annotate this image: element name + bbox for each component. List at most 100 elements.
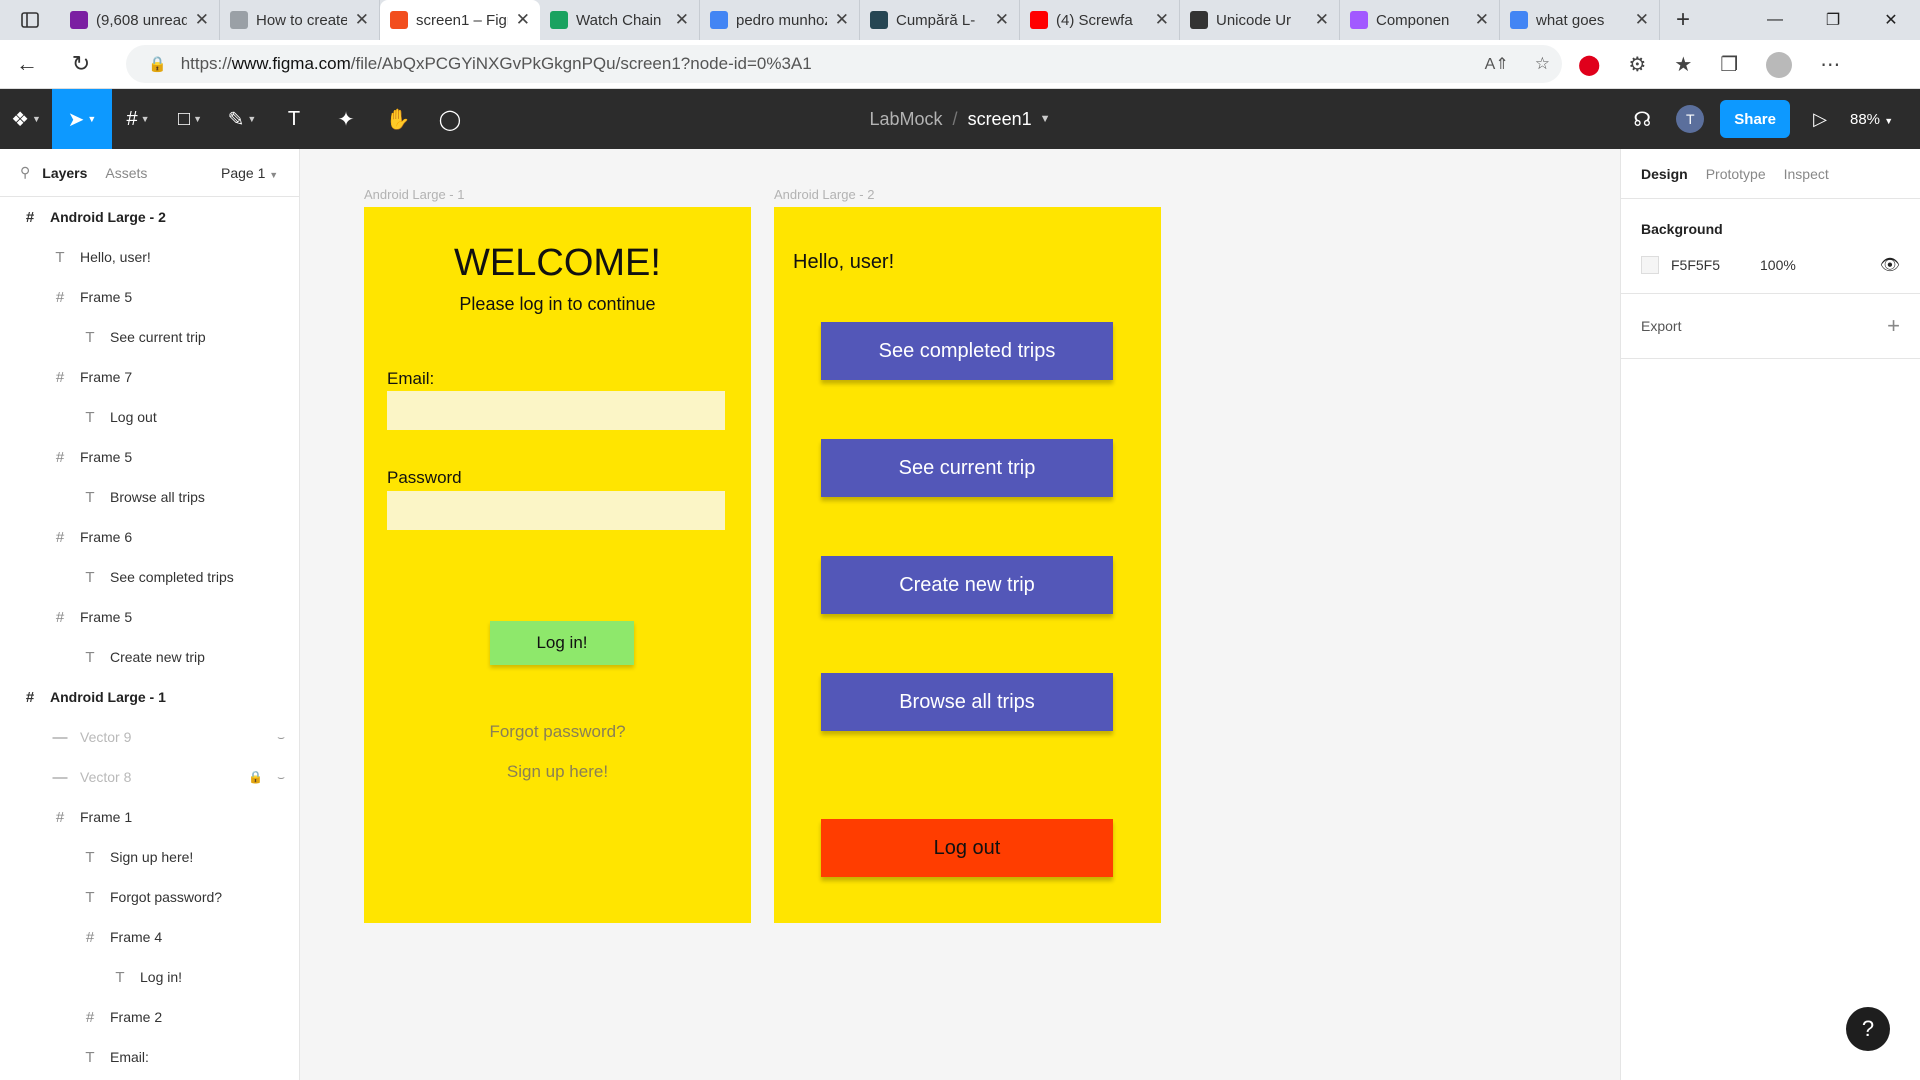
close-tab-icon[interactable]: ✕ xyxy=(516,10,530,30)
close-window-icon[interactable]: ✕ xyxy=(1862,0,1920,40)
layer-row[interactable]: # Frame 1 xyxy=(0,797,299,837)
favorites-icon[interactable]: ★ xyxy=(1674,52,1692,77)
pen-tool-icon[interactable]: ✎ ▼ xyxy=(216,89,268,149)
url-field[interactable]: 🔒 https://www.figma.com/file/AbQxPCGYiNX… xyxy=(126,45,1562,83)
more-menu-icon[interactable]: ⋯ xyxy=(1820,52,1840,77)
background-opacity-input[interactable]: 100% xyxy=(1760,257,1796,273)
chevron-down-icon[interactable]: ▼ xyxy=(1040,113,1051,125)
frame-tool-icon[interactable]: # ▼ xyxy=(112,89,164,149)
close-tab-icon[interactable]: ✕ xyxy=(355,10,369,30)
frame2-label[interactable]: Android Large - 2 xyxy=(774,187,874,202)
share-button[interactable]: Share xyxy=(1720,100,1790,138)
read-aloud-icon[interactable]: A⇑ xyxy=(1485,54,1509,74)
create-new-trip-button[interactable]: Create new trip xyxy=(821,556,1113,614)
browser-tab[interactable]: Watch Chain ✕ xyxy=(540,0,700,40)
hidden-eye-icon[interactable]: ⌣ xyxy=(277,770,285,785)
layer-row[interactable]: # Android Large - 1 xyxy=(0,677,299,717)
project-name[interactable]: LabMock xyxy=(870,109,943,130)
layer-row[interactable]: T Log in! xyxy=(0,957,299,997)
resources-tool-icon[interactable]: ✦ xyxy=(320,89,372,149)
browser-tab[interactable]: Unicode Ur ✕ xyxy=(1180,0,1340,40)
add-export-icon[interactable]: + xyxy=(1887,313,1900,339)
figma-menu-icon[interactable]: ❖ ▼ xyxy=(0,89,52,149)
layer-row[interactable]: # Frame 5 xyxy=(0,437,299,477)
layer-row[interactable]: T Forgot password? xyxy=(0,877,299,917)
close-tab-icon[interactable]: ✕ xyxy=(675,10,689,30)
layer-row[interactable]: T Log out xyxy=(0,397,299,437)
browser-tab[interactable]: pedro munhoz ✕ xyxy=(700,0,860,40)
page-selector[interactable]: Page 1 ▼ xyxy=(221,165,278,181)
collections-icon[interactable]: ❐ xyxy=(1720,52,1738,77)
close-tab-icon[interactable]: ✕ xyxy=(995,10,1009,30)
layer-row[interactable]: T Email: xyxy=(0,1037,299,1077)
design-canvas[interactable]: Android Large - 1 Android Large - 2 WELC… xyxy=(300,149,1620,1080)
android-large-1-frame[interactable]: WELCOME! Please log in to continue Email… xyxy=(364,207,751,923)
headphones-icon[interactable]: ☊ xyxy=(1616,107,1668,132)
browse-all-trips-button[interactable]: Browse all trips xyxy=(821,673,1113,731)
layer-row[interactable]: T Sign up here! xyxy=(0,837,299,877)
password-field[interactable] xyxy=(387,491,725,530)
eye-icon[interactable]: 👁 xyxy=(1880,255,1900,275)
text-tool-icon[interactable]: T xyxy=(268,89,320,149)
close-tab-icon[interactable]: ✕ xyxy=(195,10,209,30)
avatar[interactable]: T xyxy=(1676,105,1705,133)
close-tab-icon[interactable]: ✕ xyxy=(1315,10,1329,30)
android-large-2-frame[interactable]: Hello, user! See completed trips See cur… xyxy=(774,207,1161,923)
browser-tab[interactable]: (4) Screwfa ✕ xyxy=(1020,0,1180,40)
layer-row[interactable]: T Create new trip xyxy=(0,637,299,677)
layer-row[interactable]: T See current trip xyxy=(0,317,299,357)
layer-row[interactable]: T See completed trips xyxy=(0,557,299,597)
opera-extension-icon[interactable]: ⬤ xyxy=(1578,52,1600,77)
email-field[interactable] xyxy=(387,391,725,430)
reload-icon[interactable]: ↻ xyxy=(54,51,108,77)
restore-icon[interactable]: ❐ xyxy=(1804,0,1862,40)
present-icon[interactable]: ▷ xyxy=(1790,109,1850,130)
tab-inspect[interactable]: Inspect xyxy=(1784,166,1829,182)
tab-actions-icon[interactable] xyxy=(0,0,60,40)
tab-assets[interactable]: Assets xyxy=(105,165,147,181)
back-icon[interactable]: ← xyxy=(0,51,54,77)
help-button[interactable]: ? xyxy=(1846,1007,1890,1051)
tab-layers[interactable]: Layers xyxy=(42,165,87,181)
see-completed-trips-button[interactable]: See completed trips xyxy=(821,322,1113,380)
shape-tool-icon[interactable]: □ ▼ xyxy=(164,89,216,149)
layer-row[interactable]: — Vector 8 🔒 ⌣ xyxy=(0,757,299,797)
see-current-trip-button[interactable]: See current trip xyxy=(821,439,1113,497)
new-tab-icon[interactable]: + xyxy=(1660,0,1706,40)
profile-icon[interactable] xyxy=(1766,51,1793,78)
logout-button[interactable]: Log out xyxy=(821,819,1113,877)
lock-icon[interactable]: 🔒 xyxy=(248,770,263,785)
browser-tab[interactable]: Cumpără L- ✕ xyxy=(860,0,1020,40)
move-tool-icon[interactable]: ➤ ▼ xyxy=(52,89,112,149)
close-tab-icon[interactable]: ✕ xyxy=(1475,10,1489,30)
search-icon[interactable]: ⚲ xyxy=(20,164,30,181)
layer-row[interactable]: # Frame 5 xyxy=(0,597,299,637)
layer-row[interactable]: — Vector 9 ⌣ xyxy=(0,717,299,757)
layer-row[interactable]: T Hello, user! xyxy=(0,237,299,277)
layer-row[interactable]: T Browse all trips xyxy=(0,477,299,517)
browser-tab[interactable]: screen1 – Figma ✕ xyxy=(380,0,540,40)
layer-row[interactable]: # Frame 6 xyxy=(0,517,299,557)
browser-tab[interactable]: How to create ✕ xyxy=(220,0,380,40)
frame1-label[interactable]: Android Large - 1 xyxy=(364,187,464,202)
file-name[interactable]: screen1 xyxy=(968,109,1032,130)
close-tab-icon[interactable]: ✕ xyxy=(835,10,849,30)
add-favorite-icon[interactable]: ☆ xyxy=(1535,54,1550,74)
zoom-level[interactable]: 88% ▼ xyxy=(1850,111,1920,128)
browser-tab[interactable]: Componen ✕ xyxy=(1340,0,1500,40)
forgot-password-link[interactable]: Forgot password? xyxy=(364,722,751,742)
layer-row[interactable]: # Frame 4 xyxy=(0,917,299,957)
hand-tool-icon[interactable]: ✋ xyxy=(372,89,424,149)
close-tab-icon[interactable]: ✕ xyxy=(1155,10,1169,30)
tab-prototype[interactable]: Prototype xyxy=(1706,166,1766,182)
login-button[interactable]: Log in! xyxy=(490,621,634,665)
layer-row[interactable]: # Frame 7 xyxy=(0,357,299,397)
close-tab-icon[interactable]: ✕ xyxy=(1635,10,1649,30)
comment-tool-icon[interactable]: ◯ xyxy=(424,89,476,149)
layer-row[interactable]: # Frame 2 xyxy=(0,997,299,1037)
color-swatch[interactable] xyxy=(1641,256,1659,274)
minimize-icon[interactable]: — xyxy=(1746,0,1804,40)
signup-link[interactable]: Sign up here! xyxy=(364,762,751,782)
background-hex-input[interactable]: F5F5F5 xyxy=(1671,257,1720,273)
layer-row[interactable]: # Frame 5 xyxy=(0,277,299,317)
